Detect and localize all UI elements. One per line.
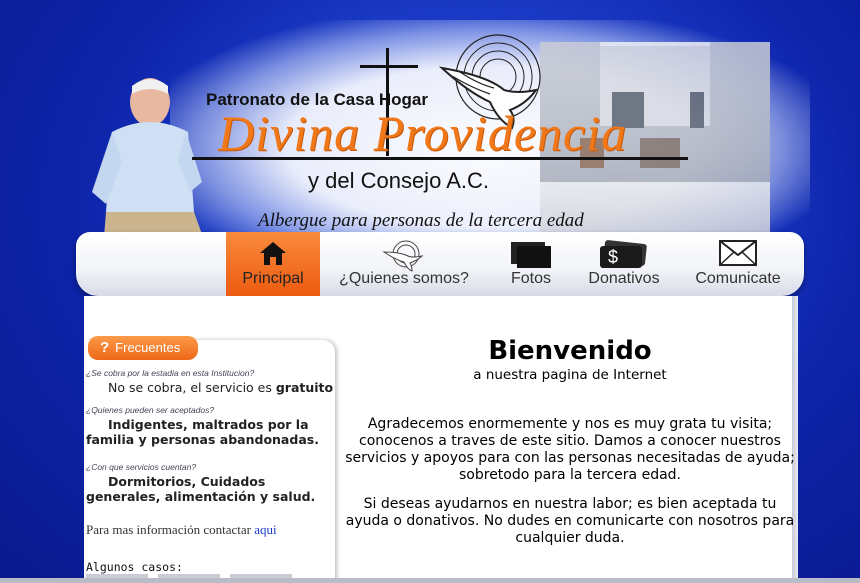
dove-logo-icon [382, 240, 424, 272]
welcome-paragraph-1: Agradecemos enormemente y nos es muy gra… [345, 416, 795, 483]
nav-comunicate[interactable]: Comunicate [682, 232, 794, 296]
nav-donativos[interactable]: $ Donativos [576, 232, 672, 296]
faq-contact-text: Para mas información contactar [86, 522, 255, 537]
faq-question-2: ¿Quienes pueden ser aceptados? [86, 405, 215, 415]
question-icon: ? [100, 339, 110, 356]
faq-answer-1-text: No se cobra, el servicio es [108, 380, 276, 395]
nav-label-donativos: Donativos [588, 270, 660, 287]
nav-fotos[interactable]: Fotos [490, 232, 572, 296]
site-header: Patronato de la Casa Hogar Divina Provid… [0, 0, 860, 328]
svg-text:$: $ [608, 247, 618, 267]
faq-tab: ? Frecuentes [88, 336, 198, 360]
faq-answer-1-bold: gratuito [275, 380, 334, 395]
contact-link[interactable]: aqui [254, 522, 276, 537]
welcome-subtitle: a nuestra pagina de Internet [473, 367, 667, 383]
faq-contact: Para mas información contactar aqui [86, 522, 277, 538]
home-icon [260, 242, 286, 265]
faq-answer-2: Indigentes, maltrados por la familia y p… [86, 417, 319, 447]
header-consejo: y del Consejo A.C. [308, 168, 489, 193]
nav-quienes-somos[interactable]: ¿Quienes somos? [328, 232, 480, 296]
faq-question-1: ¿Se cobra por la estadia en esta Institu… [86, 368, 255, 378]
welcome-title: Bienvenido [488, 336, 652, 366]
welcome-paragraph-2: Si deseas ayudarnos en nuestra labor; es… [345, 496, 795, 546]
faq-answer-3: Dormitorios, Cuidados generales, aliment… [86, 474, 316, 504]
header-tagline: Albergue para personas de la tercera eda… [258, 210, 584, 231]
casos-label: Algunos casos: [86, 560, 183, 574]
nav-label-comunicate: Comunicate [695, 270, 781, 287]
nav-principal[interactable]: Principal [226, 232, 320, 296]
nav-label-fotos: Fotos [510, 270, 551, 287]
title-underline [192, 157, 688, 160]
main-nav: Principal ¿Quienes somos? Fotos $ Donati… [76, 232, 804, 296]
faq-tab-label: Frecuentes [115, 340, 181, 355]
site-title: Divina Providencia [218, 105, 628, 161]
envelope-icon [719, 240, 757, 266]
nav-label-quienes-somos: ¿Quienes somos? [339, 270, 469, 287]
faq-panel: ¿Se cobra por la estadia en esta Institu… [86, 340, 335, 583]
faq-question-3: ¿Con que servicios cuentan? [86, 462, 197, 472]
money-icon: $ [600, 240, 647, 268]
faq-answer-1: No se cobra, el servicio es gratuito [108, 380, 334, 395]
bottom-edge [0, 578, 860, 583]
photos-icon [511, 242, 551, 268]
nav-label-principal: Principal [242, 270, 304, 287]
cross-horizontal [360, 65, 418, 68]
